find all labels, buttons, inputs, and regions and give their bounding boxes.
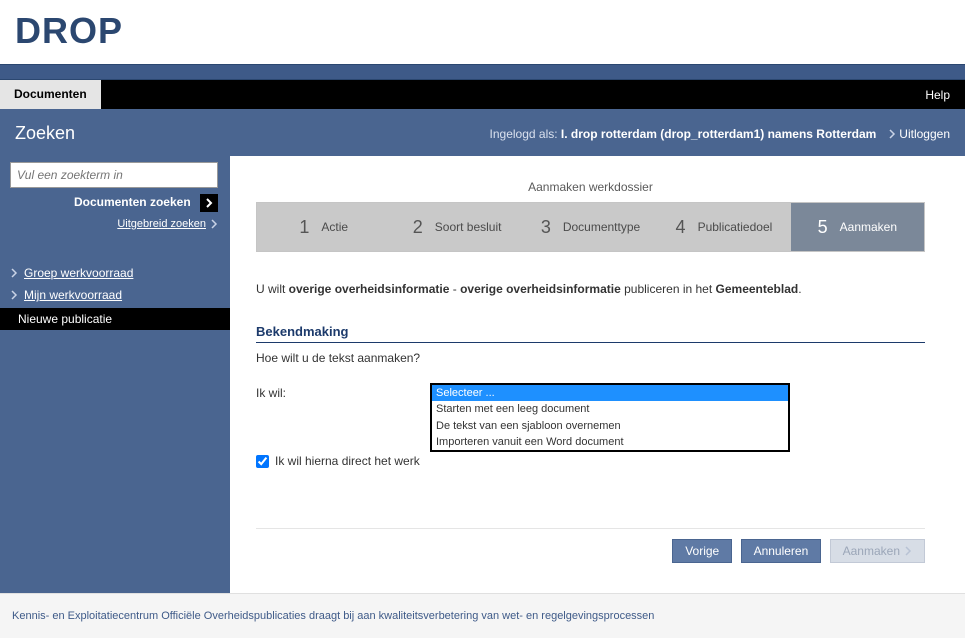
wizard-title: Aanmaken werkdossier: [256, 180, 925, 202]
chevron-right-icon: [10, 290, 18, 300]
logout-label: Uitloggen: [899, 127, 950, 141]
sidebar: Documenten zoeken Uitgebreid zoeken Groe…: [0, 156, 230, 593]
chevron-right-icon: [904, 546, 912, 556]
chevron-right-icon: [210, 219, 218, 229]
annuleren-button[interactable]: Annuleren: [741, 539, 822, 563]
uitgebreid-zoeken-link[interactable]: Uitgebreid zoeken: [117, 218, 218, 230]
login-prefix: Ingelogd als:: [490, 127, 561, 141]
chevron-right-icon: [888, 129, 896, 139]
tab-documenten[interactable]: Documenten: [0, 80, 101, 109]
login-user: I. drop rotterdam (drop_rotterdam1) name…: [561, 127, 876, 141]
wizard-steps: 1Actie 2Soort besluit 3Documenttype 4Pub…: [256, 202, 925, 252]
wizard-step-3[interactable]: 3Documenttype: [524, 203, 657, 251]
ik-wil-label: Ik wil:: [256, 383, 430, 400]
sidebar-item-label: Groep werkvoorraad: [24, 266, 133, 280]
section-question: Hoe wilt u de tekst aanmaken?: [256, 351, 925, 365]
option-leeg-document[interactable]: Starten met een leeg document: [432, 401, 788, 417]
aanmaken-button[interactable]: Aanmaken: [830, 539, 925, 563]
wizard-step-5[interactable]: 5Aanmaken: [791, 203, 924, 251]
page-title: Zoeken: [15, 123, 235, 144]
help-link[interactable]: Help: [925, 88, 950, 102]
uitgebreid-label: Uitgebreid zoeken: [117, 218, 206, 230]
vorige-button[interactable]: Vorige: [672, 539, 732, 563]
documenten-zoeken-label: Documenten zoeken: [74, 195, 191, 209]
logout-link[interactable]: Uitloggen: [888, 127, 950, 141]
wizard-step-1[interactable]: 1Actie: [257, 203, 390, 251]
top-nav: Documenten Help: [0, 80, 965, 109]
top-stripe: [0, 64, 965, 80]
intro-text: U wilt overige overheidsinformatie - ove…: [256, 280, 925, 298]
wizard-step-2[interactable]: 2Soort besluit: [390, 203, 523, 251]
option-selecteer[interactable]: Selecteer ...: [432, 385, 788, 401]
chevron-right-icon: [204, 198, 214, 208]
search-input[interactable]: [10, 162, 218, 188]
direct-werk-checkbox[interactable]: [256, 455, 269, 468]
sidebar-item-label: Mijn werkvoorraad: [24, 288, 122, 302]
sub-header: Zoeken Ingelogd als: I. drop rotterdam (…: [0, 109, 965, 156]
login-info: Ingelogd als: I. drop rotterdam (drop_ro…: [235, 127, 876, 141]
search-button[interactable]: [200, 194, 218, 212]
direct-werk-label: Ik wil hierna direct het werk: [275, 454, 420, 468]
ik-wil-select[interactable]: Selecteer ... Starten met een leeg docum…: [430, 383, 790, 452]
header: DROP: [0, 0, 965, 64]
footer: Kennis- en Exploitatiecentrum Officiële …: [0, 593, 965, 638]
chevron-right-icon: [10, 268, 18, 278]
button-row: Vorige Annuleren Aanmaken: [256, 528, 925, 563]
option-sjabloon[interactable]: De tekst van een sjabloon overnemen: [432, 418, 788, 434]
logo: DROP: [15, 10, 950, 52]
sidebar-item-groep[interactable]: Groep werkvoorraad: [10, 262, 218, 284]
main-content: Aanmaken werkdossier 1Actie 2Soort beslu…: [230, 156, 965, 593]
section-title: Bekendmaking: [256, 324, 925, 343]
sidebar-item-nieuwe-publicatie[interactable]: Nieuwe publicatie: [0, 308, 230, 330]
option-word-import[interactable]: Importeren vanuit een Word document: [432, 434, 788, 450]
sidebar-item-mijn[interactable]: Mijn werkvoorraad: [10, 284, 218, 306]
wizard-step-4[interactable]: 4Publicatiedoel: [657, 203, 790, 251]
